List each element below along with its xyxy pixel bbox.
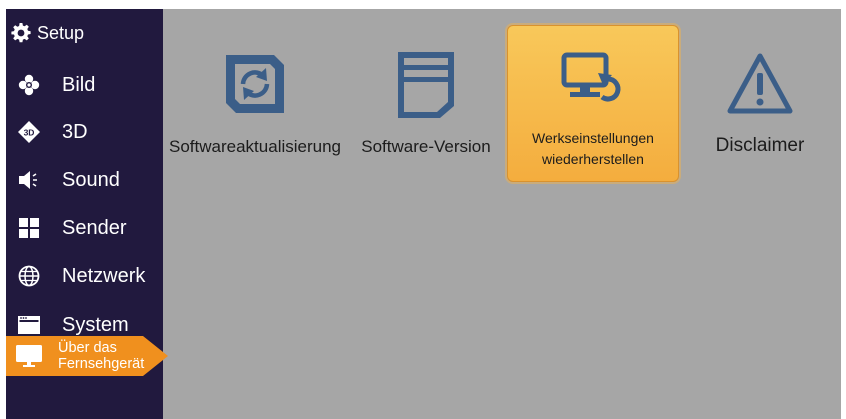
tv-settings-screen: Setup Bild 3D 3D Sound Sender Netzwerk S… bbox=[6, 9, 841, 419]
monitor-reset-icon bbox=[558, 46, 628, 116]
sidebar-item-bild[interactable]: Bild bbox=[6, 65, 163, 105]
flower-icon bbox=[17, 73, 41, 97]
sidebar-item-label: 3D bbox=[62, 120, 88, 143]
software-version-tile[interactable]: Software-Version bbox=[350, 23, 502, 193]
sidebar-item-3d[interactable]: 3D 3D bbox=[6, 112, 163, 152]
tile-label: Werkseinstellungen wiederherstellen bbox=[532, 130, 654, 167]
globe-icon bbox=[17, 264, 41, 288]
sidebar-item-sender[interactable]: Sender bbox=[6, 208, 163, 248]
sidebar-item-label: Sender bbox=[62, 216, 127, 239]
tile-label: Disclaimer bbox=[715, 135, 805, 156]
svg-text:3D: 3D bbox=[24, 128, 35, 138]
sidebar-item-about-tv[interactable]: Über das Fernsehgerät bbox=[6, 336, 168, 376]
sidebar-item-netzwerk[interactable]: Netzwerk bbox=[6, 256, 163, 296]
sidebar-header-label: Setup bbox=[37, 22, 85, 43]
grid-icon bbox=[17, 216, 41, 240]
sidebar-item-label: Netzwerk bbox=[62, 264, 146, 287]
sidebar-item-label: Bild bbox=[62, 73, 96, 96]
sidebar-header: Setup bbox=[11, 21, 84, 45]
document-icon bbox=[391, 49, 461, 119]
warning-icon bbox=[725, 49, 795, 119]
window-icon bbox=[17, 313, 41, 337]
sidebar-item-sound[interactable]: Sound bbox=[6, 160, 163, 200]
speaker-icon bbox=[17, 168, 41, 192]
sidebar-item-label: Über das Fernsehgerät bbox=[58, 340, 145, 372]
sidebar: Setup Bild 3D 3D Sound Sender Netzwerk S… bbox=[6, 9, 168, 419]
tile-label: Software-Version bbox=[361, 137, 491, 156]
software-update-tile[interactable]: Softwareaktualisierung bbox=[169, 23, 341, 193]
tile-label: Softwareaktualisierung bbox=[169, 137, 341, 156]
refresh-icon bbox=[220, 49, 290, 119]
sidebar-item-label: System bbox=[62, 313, 129, 336]
sidebar-item-label: Sound bbox=[62, 168, 120, 191]
factory-reset-tile[interactable]: Werkseinstellungen wiederherstellen bbox=[507, 25, 679, 182]
tv-icon bbox=[12, 344, 46, 368]
disclaimer-tile[interactable]: Disclaimer bbox=[690, 23, 830, 193]
gear-icon bbox=[11, 23, 31, 43]
3d-icon: 3D bbox=[17, 120, 41, 144]
